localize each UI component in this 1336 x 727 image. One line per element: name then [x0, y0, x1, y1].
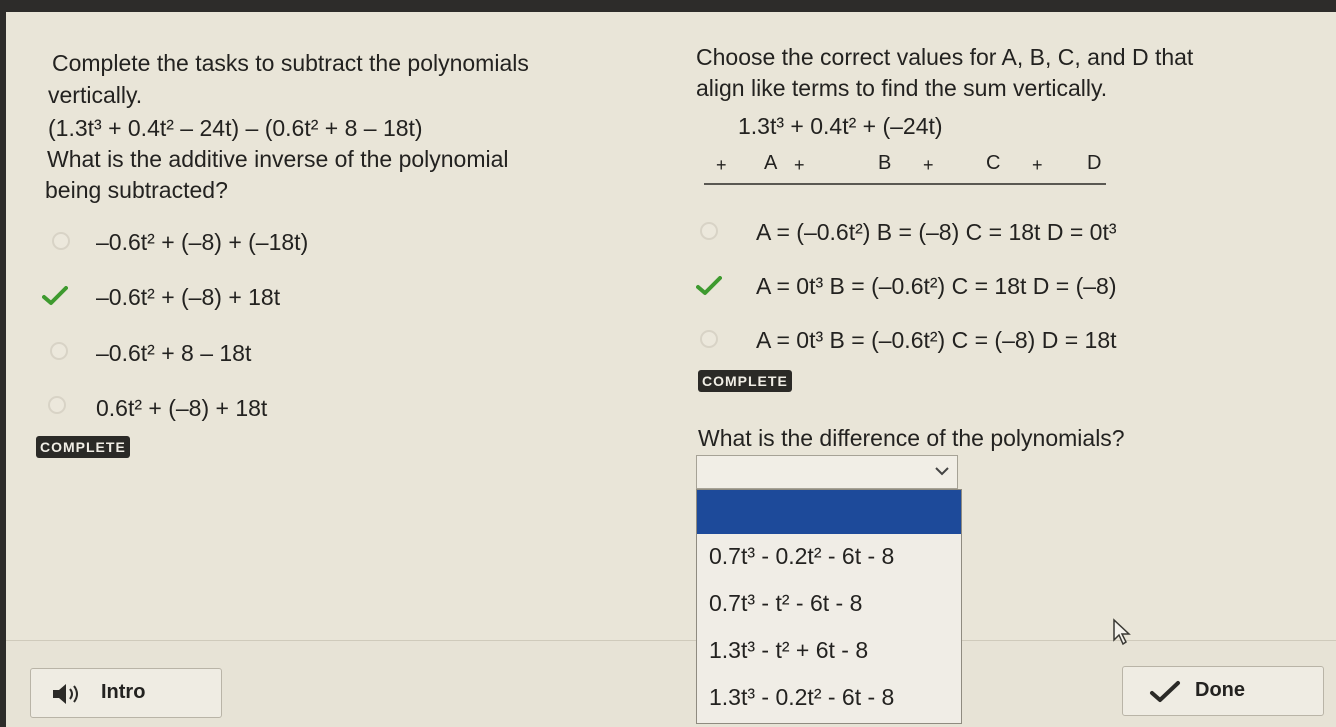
dropdown-option-4[interactable]: 1.3t³ - 0.2t² - 6t - 8: [709, 682, 894, 712]
right-option-3-radio[interactable]: [700, 330, 718, 348]
left-question-line2: being subtracted?: [45, 177, 228, 203]
left-prompt-line1: Complete the tasks to subtract the polyn…: [52, 50, 529, 76]
letter-a: A: [764, 152, 778, 174]
right-option-1-radio[interactable]: [700, 222, 718, 240]
difference-dropdown[interactable]: [696, 455, 958, 489]
letter-b: B: [878, 152, 892, 174]
left-option-4-radio[interactable]: [48, 396, 66, 414]
dropdown-options-list: 0.7t³ - 0.2t² - 6t - 8 0.7t³ - t² - 6t -…: [696, 489, 962, 724]
left-option-4-label[interactable]: 0.6t² + (–8) + 18t: [96, 393, 267, 423]
left-expression: (1.3t³ + 0.4t² – 24t) – (0.6t² + 8 – 18t…: [48, 115, 423, 141]
intro-button[interactable]: Intro: [30, 668, 222, 718]
right-prompt-line2: align like terms to find the sum vertica…: [696, 75, 1108, 101]
done-label: Done: [1195, 679, 1245, 701]
right-prompt-line1: Choose the correct values for A, B, C, a…: [696, 44, 1194, 70]
chevron-down-icon: [935, 467, 949, 476]
left-complete-badge: COMPLETE: [36, 436, 130, 458]
speaker-icon: [53, 684, 78, 704]
left-question-line1: What is the additive inverse of the poly…: [47, 146, 509, 172]
difference-question: What is the difference of the polynomial…: [698, 425, 1125, 451]
dropdown-option-2[interactable]: 0.7t³ - t² - 6t - 8: [709, 588, 862, 618]
dropdown-option-1[interactable]: 0.7t³ - 0.2t² - 6t - 8: [709, 541, 894, 571]
checkmark-icon: [42, 286, 68, 305]
letter-d: D: [1087, 152, 1102, 174]
left-option-3-radio[interactable]: [50, 342, 68, 360]
left-option-2-label[interactable]: –0.6t² + (–8) + 18t: [96, 282, 280, 312]
done-button[interactable]: Done: [1122, 666, 1324, 716]
right-complete-badge: COMPLETE: [698, 370, 792, 392]
vertical-top-row: 1.3t³ + 0.4t² + (–24t): [738, 113, 943, 139]
letter-c: C: [986, 152, 1001, 174]
left-option-1-radio[interactable]: [52, 232, 70, 250]
sum-rule-divider: [704, 183, 1106, 185]
checkmark-icon: [1150, 681, 1180, 702]
right-option-2-label[interactable]: A = 0t³ B = (–0.6t²) C = 18t D = (–8): [756, 271, 1117, 301]
intro-label: Intro: [101, 681, 146, 703]
plus-sign: +: [794, 155, 805, 175]
dropdown-option-blank-selected[interactable]: [697, 490, 961, 534]
left-prompt-line2: vertically.: [48, 82, 143, 108]
plus-sign: +: [1032, 155, 1043, 175]
right-option-3-label[interactable]: A = 0t³ B = (–0.6t²) C = (–8) D = 18t: [756, 325, 1117, 355]
plus-sign: +: [716, 155, 727, 175]
left-option-1-label[interactable]: –0.6t² + (–8) + (–18t): [96, 227, 308, 257]
left-option-3-label[interactable]: –0.6t² + 8 – 18t: [96, 338, 251, 368]
right-option-1-label[interactable]: A = (–0.6t²) B = (–8) C = 18t D = 0t³: [756, 217, 1117, 247]
mouse-cursor-icon: [1113, 618, 1131, 646]
checkmark-icon: [696, 276, 722, 295]
plus-sign: +: [923, 155, 934, 175]
dropdown-option-3[interactable]: 1.3t³ - t² + 6t - 8: [709, 635, 868, 665]
